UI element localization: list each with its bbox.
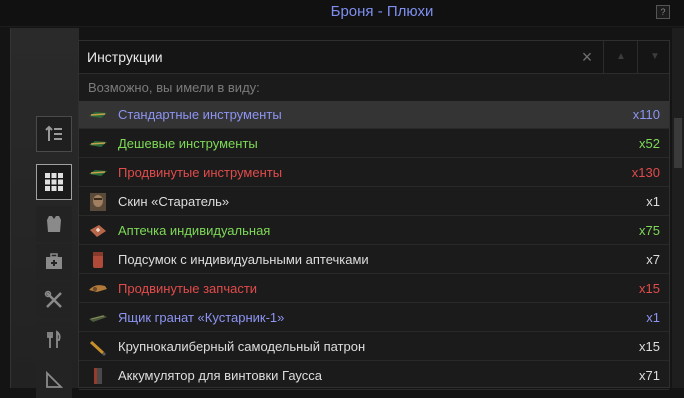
medkit-icon — [46, 253, 62, 269]
result-label: Продвинутые запчасти — [118, 281, 258, 296]
result-row[interactable]: Аптечка индивидуальная x75 — [79, 217, 669, 245]
result-count: x52 — [639, 136, 660, 151]
clear-search-button[interactable]: × — [577, 47, 597, 67]
result-count: x7 — [646, 252, 660, 267]
result-count: x75 — [639, 223, 660, 238]
suggestion-hint: Возможно, вы имели в виду: — [88, 80, 260, 95]
tools-category-button[interactable] — [36, 282, 72, 318]
pouch-icon — [87, 251, 109, 269]
result-count: x15 — [639, 281, 660, 296]
right-scrollbar[interactable] — [672, 28, 684, 388]
result-row[interactable]: Аккумулятор для винтовки Гаусса x71 — [79, 362, 669, 390]
result-count: x1 — [646, 310, 660, 325]
medical-category-button[interactable] — [36, 244, 72, 280]
result-label: Ящик гранат «Кустарник-1» — [118, 310, 285, 325]
grenade-crate-icon — [87, 309, 109, 327]
ruler-icon — [46, 370, 64, 388]
result-row[interactable]: Продвинутые запчасти x15 — [79, 275, 669, 303]
result-row[interactable]: Подсумок с индивидуальными аптечками x7 — [79, 246, 669, 274]
result-row[interactable]: Крупнокалиберный самодельный патрон x15 — [79, 333, 669, 361]
result-label: Крупнокалиберный самодельный патрон — [118, 339, 366, 354]
next-result-button[interactable]: ▼ — [637, 41, 672, 73]
vest-icon — [47, 216, 61, 232]
tools-icon — [87, 106, 109, 124]
search-dropdown: × ▲ ▼ Возможно, вы имели в виду: Стандар… — [78, 40, 670, 390]
medkit-icon — [87, 222, 109, 240]
result-label: Скин «Старатель» — [118, 194, 230, 209]
result-label: Продвинутые инструменты — [118, 165, 283, 180]
sort-button[interactable] — [36, 116, 72, 152]
tools-icon — [87, 135, 109, 153]
result-row[interactable]: Скин «Старатель» x1 — [79, 188, 669, 216]
result-label: Стандартные инструменты — [118, 107, 282, 122]
result-count: x110 — [632, 107, 660, 122]
cutlery-icon — [47, 330, 61, 348]
cartridge-icon — [87, 338, 109, 357]
result-count: x15 — [639, 339, 660, 354]
result-row[interactable]: Ящик гранат «Кустарник-1» x1 — [79, 304, 669, 332]
help-button[interactable]: ? — [656, 5, 670, 19]
result-count: x1 — [646, 194, 660, 209]
tools-icon — [87, 164, 109, 182]
search-input[interactable] — [87, 48, 567, 66]
sort-icon — [45, 125, 62, 141]
result-row[interactable]: Дешевые инструменты x52 — [79, 130, 669, 158]
misc-category-button[interactable] — [36, 362, 72, 398]
grid-view-button[interactable] — [36, 164, 72, 200]
result-row[interactable]: Продвинутые инструменты x130 — [79, 159, 669, 187]
prev-result-button[interactable]: ▲ — [603, 41, 638, 73]
portrait-icon — [87, 193, 109, 211]
window-title: Броня - Плюхи — [330, 3, 434, 20]
result-label: Аптечка индивидуальная — [118, 223, 271, 238]
search-row: × ▲ ▼ — [79, 41, 669, 74]
title-bar: Броня - Плюхи ? — [0, 0, 684, 27]
result-count: x71 — [639, 368, 660, 383]
food-category-button[interactable] — [36, 322, 72, 358]
armor-category-button[interactable] — [36, 206, 72, 242]
parts-icon — [87, 280, 109, 298]
result-row[interactable]: Стандартные инструменты x110 — [79, 101, 669, 129]
wrench-icon — [44, 290, 62, 308]
grid-icon — [45, 173, 63, 191]
battery-icon — [87, 367, 109, 385]
result-label: Аккумулятор для винтовки Гаусса — [118, 368, 323, 383]
result-label: Дешевые инструменты — [118, 136, 258, 151]
scrollbar-thumb[interactable] — [674, 118, 682, 168]
result-count: x130 — [631, 165, 660, 180]
result-label: Подсумок с индивидуальными аптечками — [118, 252, 369, 267]
